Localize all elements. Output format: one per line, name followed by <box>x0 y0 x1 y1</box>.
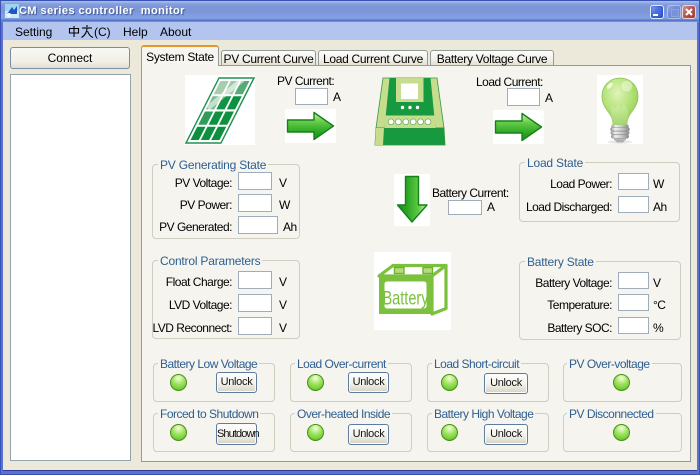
svg-text:Battery: Battery <box>383 288 429 310</box>
